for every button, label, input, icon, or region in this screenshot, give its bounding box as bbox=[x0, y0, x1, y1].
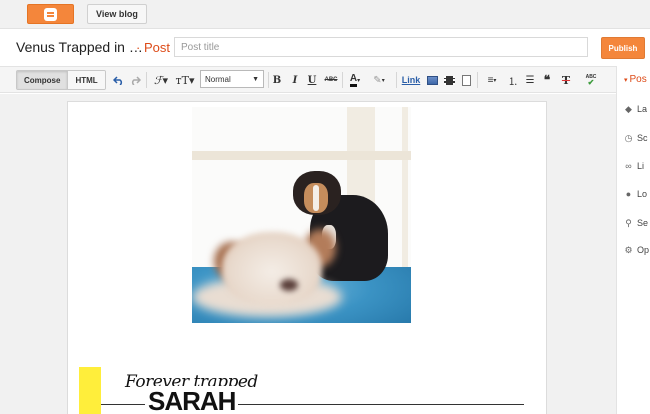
format-select[interactable]: Normal ▼ bbox=[200, 70, 264, 88]
label-icon: ◆ bbox=[625, 103, 632, 114]
insert-jump-break-button[interactable] bbox=[460, 72, 472, 88]
chevron-down-icon: ▼ bbox=[252, 75, 259, 83]
sidebar-item-label: Lo bbox=[637, 189, 648, 199]
redo-icon[interactable] bbox=[128, 72, 142, 88]
foreground-dog-head bbox=[222, 232, 322, 304]
toolbar-divider bbox=[342, 72, 343, 88]
toolbar-divider bbox=[268, 72, 269, 88]
view-blog-button[interactable]: View blog bbox=[87, 4, 147, 24]
html-mode-button[interactable]: HTML bbox=[67, 71, 105, 89]
sidebar-item-label: Op bbox=[637, 245, 650, 255]
toolbar-divider bbox=[396, 72, 397, 88]
title-separator: · bbox=[136, 40, 141, 55]
bullet-list-icon[interactable]: ☰ bbox=[524, 72, 536, 88]
sidebar-item-label: Se bbox=[637, 218, 649, 228]
format-select-value: Normal bbox=[205, 74, 231, 84]
quote-button[interactable]: ❝ bbox=[541, 72, 553, 88]
text-color-button[interactable]: A ▾ bbox=[346, 72, 364, 88]
spellcheck-button[interactable]: ABC ✔ bbox=[583, 72, 599, 88]
clear-formatting-button[interactable]: T bbox=[560, 72, 572, 88]
beagle-blaze bbox=[313, 185, 319, 211]
bold-button[interactable]: B bbox=[272, 72, 282, 88]
sidebar-item-schedule[interactable]: ◷ Sc bbox=[624, 132, 648, 144]
insert-image-button[interactable] bbox=[426, 72, 438, 88]
mode-toggle: Compose HTML bbox=[16, 70, 106, 90]
window-frame bbox=[402, 107, 408, 282]
link-button[interactable]: Link bbox=[401, 72, 421, 88]
strikethrough-button[interactable]: ABC bbox=[323, 72, 339, 88]
header-name-text: SARAH bbox=[145, 386, 239, 414]
sidebar-item-links[interactable]: ∞ Li bbox=[624, 161, 644, 171]
checkmark-icon: ✔ bbox=[587, 78, 595, 87]
compose-mode-button[interactable]: Compose bbox=[17, 71, 68, 89]
clear-format-icon: T bbox=[561, 73, 571, 87]
jump-break-icon bbox=[461, 74, 471, 86]
blog-title[interactable]: Venus Trapped in … bbox=[16, 39, 143, 55]
sidebar-item-location[interactable]: ● Lo bbox=[624, 189, 647, 199]
link-icon: ∞ bbox=[625, 161, 632, 171]
italic-button[interactable]: I bbox=[290, 72, 300, 88]
post-settings-heading-label: Pos bbox=[629, 74, 647, 85]
font-size-icon[interactable]: тT▾ bbox=[174, 72, 196, 88]
align-icon[interactable]: ≡ ▾ bbox=[482, 72, 502, 88]
post-settings-heading[interactable]: ▾ Pos bbox=[624, 74, 647, 85]
blogger-home-button[interactable] bbox=[27, 4, 74, 24]
sidebar-item-label: La bbox=[637, 104, 648, 114]
sidebar-item-label: Li bbox=[637, 161, 645, 171]
foreground-dog-nose bbox=[280, 279, 298, 291]
sidebar-item-label: Sc bbox=[637, 133, 648, 143]
post-label-text: Post bbox=[143, 40, 170, 55]
toolbar-divider bbox=[477, 72, 478, 88]
video-icon bbox=[443, 75, 455, 85]
publish-button[interactable]: Publish bbox=[601, 37, 645, 59]
font-icon[interactable]: ℱ▾ bbox=[151, 72, 171, 88]
gear-icon: ⚙ bbox=[624, 244, 633, 255]
header-accent-bar bbox=[79, 367, 101, 414]
undo-icon[interactable] bbox=[111, 72, 125, 88]
insert-video-button[interactable] bbox=[443, 72, 455, 88]
post-image[interactable] bbox=[192, 107, 411, 323]
window-frame bbox=[192, 151, 411, 160]
numbered-list-icon[interactable]: ⒈ bbox=[507, 72, 519, 88]
sidebar-item-options[interactable]: ⚙ Op bbox=[624, 244, 650, 256]
post-label: · Post bbox=[136, 40, 170, 55]
blogger-logo-icon bbox=[44, 7, 57, 21]
top-bar: View blog bbox=[0, 0, 650, 29]
location-icon: ● bbox=[625, 189, 632, 199]
toolbar-divider bbox=[146, 72, 147, 88]
underline-button[interactable]: U bbox=[307, 72, 317, 88]
highlight-color-button[interactable]: ✎ ▾ bbox=[369, 72, 389, 88]
search-icon: ⚲ bbox=[625, 217, 632, 228]
post-title-input[interactable] bbox=[174, 37, 588, 57]
text-color-icon: A bbox=[349, 73, 358, 87]
sidebar-item-labels[interactable]: ◆ La bbox=[624, 103, 648, 115]
editor-toolbar: Compose HTML ℱ▾ тT▾ Normal ▼ B I U ABC A… bbox=[0, 66, 616, 93]
post-settings-sidebar: ▾ Pos ◆ La ◷ Sc ∞ Li ● Lo ⚲ Se ⚙ Op bbox=[616, 66, 650, 414]
highlight-icon: ✎ bbox=[373, 74, 382, 86]
title-row: Venus Trapped in … · Post Publish bbox=[0, 30, 650, 66]
image-icon bbox=[426, 75, 438, 85]
clock-icon: ◷ bbox=[624, 132, 633, 143]
sidebar-item-search[interactable]: ⚲ Se bbox=[624, 217, 649, 229]
